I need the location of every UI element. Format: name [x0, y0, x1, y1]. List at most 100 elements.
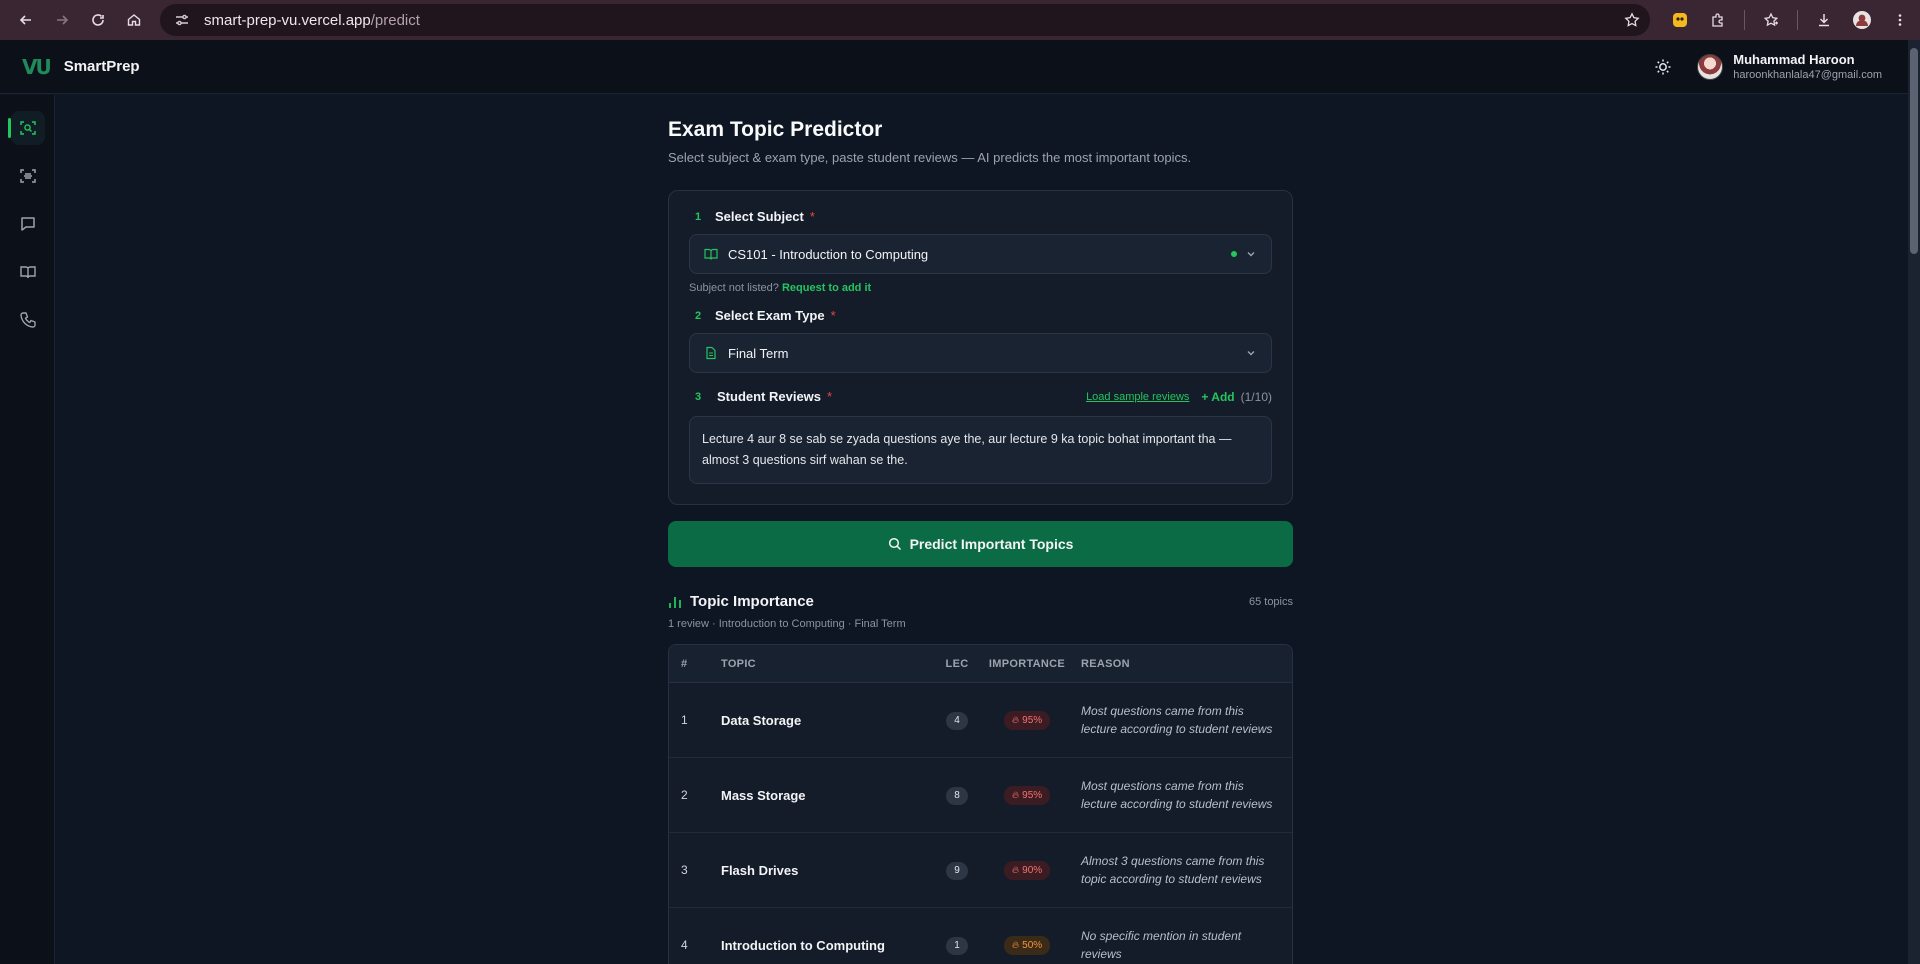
col-number: #	[681, 657, 688, 670]
selected-status-dot	[1231, 251, 1237, 257]
home-icon[interactable]	[116, 2, 152, 38]
sidebar-item-chat[interactable]	[11, 207, 45, 241]
row-reason: Almost 3 questions came from this topic …	[1081, 854, 1265, 886]
profile-avatar-icon[interactable]	[1846, 4, 1878, 36]
app-brand[interactable]: SmartPrep	[64, 58, 140, 75]
row-lecture-cell: 8	[937, 785, 977, 805]
predict-button-label: Predict Important Topics	[909, 536, 1074, 552]
row-number: 3	[681, 863, 688, 877]
predict-button[interactable]: Predict Important Topics	[668, 521, 1293, 567]
page-scrollbar[interactable]	[1908, 40, 1920, 964]
exam-label-row: 2 Select Exam Type *	[689, 308, 1272, 323]
table-row[interactable]: 2 Mass Storage 8 🔥︎ 95% Most questions ca…	[669, 758, 1292, 833]
toolbar-separator	[1744, 10, 1745, 30]
col-lecture[interactable]: LEC	[937, 658, 977, 670]
theme-toggle-sun-icon[interactable]	[1651, 55, 1675, 79]
reload-icon[interactable]	[80, 2, 116, 38]
chevron-down-icon	[1245, 248, 1257, 260]
text-scan-icon	[20, 169, 36, 183]
site-settings-icon[interactable]	[170, 8, 194, 32]
search-icon	[888, 537, 902, 551]
row-reason: Most questions came from this lecture ac…	[1081, 704, 1273, 736]
book-icon	[20, 266, 36, 279]
extension-ghost-icon[interactable]	[1664, 4, 1696, 36]
row-topic: Flash Drives	[721, 862, 799, 878]
row-number: 1	[681, 713, 688, 727]
topics-count: 65 topics	[1248, 595, 1293, 608]
bookmarks-manager-icon[interactable]	[1755, 4, 1787, 36]
subject-value: CS101 - Introduction to Computing	[728, 246, 929, 262]
subject-label: Select Subject	[715, 209, 804, 224]
exam-type-value: Final Term	[728, 345, 789, 361]
row-importance-cell: 🔥︎ 90%	[977, 860, 1077, 880]
table-header: # TOPIC LEC IMPORTANCE REASON	[669, 645, 1292, 683]
chevron-down-icon	[1245, 347, 1257, 359]
load-sample-reviews-link[interactable]: Load sample reviews	[1086, 391, 1189, 403]
extensions-puzzle-icon[interactable]	[1702, 4, 1734, 36]
col-reason: REASON	[1081, 657, 1130, 670]
browser-menu-icon[interactable]	[1884, 4, 1916, 36]
page-title: Exam Topic Predictor	[668, 118, 883, 141]
row-reason: Most questions came from this lecture ac…	[1081, 779, 1273, 811]
lecture-badge: 1	[946, 937, 968, 955]
importance-value: 95%	[1022, 715, 1043, 726]
table-row[interactable]: 1 Data Storage 4 🔥︎ 95% Most questions ca…	[669, 683, 1292, 758]
main-content: Exam Topic Predictor Select subject & ex…	[668, 118, 1293, 964]
sidebar-item-contact[interactable]	[11, 303, 45, 337]
bookmark-star-icon[interactable]	[1624, 12, 1640, 28]
user-info: Muhammad Haroon haroonkhanlala47@gmail.c…	[1733, 52, 1882, 81]
user-menu[interactable]: Muhammad Haroon haroonkhanlala47@gmail.c…	[1697, 52, 1882, 81]
avatar[interactable]	[1697, 53, 1724, 80]
user-name: Muhammad Haroon	[1733, 52, 1855, 67]
browser-nav	[0, 2, 152, 38]
table-row[interactable]: 4 Introduction to Computing 1 🔥︎ 50% No s…	[669, 908, 1292, 964]
col-importance[interactable]: IMPORTANCE	[977, 658, 1077, 670]
required-marker: *	[809, 209, 815, 224]
sidebar-item-predictor[interactable]	[11, 111, 45, 145]
flame-icon: 🔥︎	[1011, 790, 1020, 801]
toolbar-separator	[1797, 10, 1798, 30]
app-logo[interactable]: VU	[22, 55, 52, 79]
exam-type-label: Select Exam Type	[715, 308, 825, 323]
step-number: 3	[695, 390, 702, 403]
flame-icon: 🔥︎	[1011, 940, 1020, 951]
subject-label-row: 1 Select Subject *	[689, 209, 1272, 224]
exam-type-field: 2 Select Exam Type * Final Term	[689, 308, 1272, 373]
scrollbar-thumb[interactable]	[1910, 48, 1918, 254]
chat-icon	[21, 217, 35, 231]
predictor-form: 1 Select Subject * CS101 - Introduction …	[668, 190, 1293, 505]
table-row[interactable]: 3 Flash Drives 9 🔥︎ 90% Almost 3 question…	[669, 833, 1292, 908]
url-path: /predict	[370, 11, 420, 29]
address-bar[interactable]: smart-prep-vu.vercel.app/predict	[160, 4, 1650, 36]
flame-icon: 🔥︎	[1011, 865, 1020, 876]
sidebar	[0, 95, 55, 964]
col-topic[interactable]: TOPIC	[721, 658, 937, 670]
lecture-badge: 8	[946, 787, 968, 805]
bar-chart-icon	[668, 595, 682, 609]
row-importance-cell: 🔥︎ 95%	[977, 785, 1077, 805]
sidebar-item-book[interactable]	[11, 255, 45, 289]
subject-select[interactable]: CS101 - Introduction to Computing	[689, 234, 1272, 274]
reviews-actions: Load sample reviews + Add (1/10)	[1086, 390, 1272, 404]
app-header: VU SmartPrep Muhammad Haroon haroonkhanl…	[0, 40, 1908, 94]
lecture-badge: 4	[946, 712, 968, 730]
url-text: smart-prep-vu.vercel.app/predict	[204, 12, 420, 29]
results-summary: 1 review · Introduction to Computing · F…	[668, 618, 906, 630]
exam-type-select[interactable]: Final Term	[689, 333, 1272, 373]
phone-icon	[20, 312, 36, 328]
results-title: Topic Importance	[690, 593, 814, 610]
subject-hint: Subject not listed? Request to add it	[689, 282, 1272, 294]
add-review-button[interactable]: + Add	[1201, 390, 1234, 404]
results-header: Topic Importance 65 topics	[668, 593, 1293, 610]
row-number: 2	[681, 788, 688, 802]
row-lecture-cell: 4	[937, 710, 977, 730]
sidebar-item-text-scan[interactable]	[11, 159, 45, 193]
lecture-badge: 9	[946, 862, 968, 880]
extensions-area	[1664, 4, 1916, 36]
downloads-icon[interactable]	[1808, 4, 1840, 36]
review-textarea[interactable]: Lecture 4 aur 8 se sab se zyada question…	[689, 416, 1272, 484]
back-icon[interactable]	[8, 2, 44, 38]
forward-icon[interactable]	[44, 2, 80, 38]
flame-icon: 🔥︎	[1011, 715, 1020, 726]
request-subject-link[interactable]: Request to add it	[782, 282, 871, 294]
